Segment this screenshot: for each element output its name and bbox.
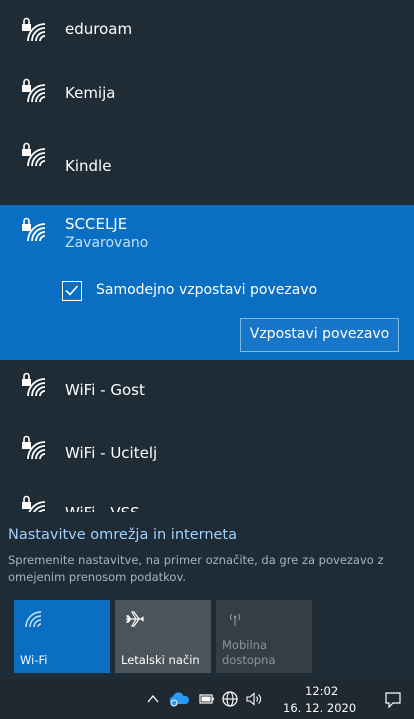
mobile-tile-label-line2: dostopna	[222, 653, 276, 667]
secured-wifi-icon	[22, 142, 46, 167]
airplane-icon	[125, 611, 144, 627]
mobile-tile-label-line1: Mobilna	[222, 638, 267, 652]
battery-icon[interactable]	[199, 691, 215, 707]
secured-wifi-icon	[22, 372, 46, 397]
checkmark-icon	[65, 285, 79, 296]
mobile-hotspot-tile[interactable]: Mobilna dostopna	[216, 600, 312, 673]
auto-connect-checkbox[interactable]	[62, 281, 82, 301]
airplane-mode-tile[interactable]: Letalski način	[115, 600, 211, 673]
clock-time[interactable]: 12:02	[305, 684, 338, 698]
onedrive-icon[interactable]	[168, 690, 190, 708]
secured-wifi-icon	[22, 78, 46, 103]
network-item-kindle[interactable]: Kindle	[0, 140, 414, 200]
network-name: eduroam	[65, 20, 133, 38]
network-status: Zavarovano	[65, 235, 149, 251]
network-item-kemija[interactable]: Kemija	[0, 76, 414, 136]
volume-icon[interactable]	[245, 690, 265, 708]
hotspot-icon	[229, 613, 241, 626]
network-name: WiFi - Ucitelj	[65, 444, 158, 462]
network-flyout: eduroam Kemija Kindle SCCELJE Zavarovano…	[0, 0, 414, 679]
taskbar: 12:02 16. 12. 2020	[0, 679, 414, 719]
wifi-toggle-tile[interactable]: Wi-Fi	[14, 600, 110, 673]
globe-network-icon[interactable]	[221, 690, 239, 708]
network-settings-section: Nastavitve omrežja in interneta Spremeni…	[0, 512, 414, 600]
network-name: SCCELJE	[65, 215, 128, 233]
connect-button[interactable]: Vzpostavi povezavo	[240, 318, 399, 352]
notification-center-icon[interactable]	[384, 691, 402, 709]
network-settings-link[interactable]: Nastavitve omrežja in interneta	[8, 527, 237, 543]
network-item-sccelje-expanded[interactable]: SCCELJE Zavarovano Samodejno vzpostavi p…	[0, 205, 414, 360]
network-name: WiFi - Gost	[65, 381, 145, 399]
wifi-icon	[25, 611, 42, 628]
network-name: WiFi - VSS	[65, 504, 140, 512]
network-item-wifi-vss[interactable]: WiFi - VSS	[0, 493, 414, 512]
secured-wifi-icon	[22, 435, 46, 460]
network-name: Kindle	[65, 157, 112, 175]
airplane-tile-label: Letalski način	[121, 653, 200, 667]
network-list: eduroam Kemija Kindle SCCELJE Zavarovano…	[0, 0, 414, 512]
secured-wifi-icon	[22, 17, 46, 42]
secured-wifi-icon	[22, 217, 46, 242]
network-item-eduroam[interactable]: eduroam	[0, 15, 414, 75]
network-item-wifi-gost[interactable]: WiFi - Gost	[0, 370, 414, 430]
network-name: Kemija	[65, 84, 116, 102]
network-settings-description: Spremenite nastavitve, na primer označit…	[8, 553, 384, 584]
network-item-wifi-ucitelj[interactable]: WiFi - Ucitelj	[0, 433, 414, 493]
clock-date[interactable]: 16. 12. 2020	[283, 701, 356, 715]
secured-wifi-icon	[22, 495, 46, 512]
chevron-up-icon[interactable]	[146, 692, 160, 706]
auto-connect-label[interactable]: Samodejno vzpostavi povezavo	[96, 282, 317, 298]
wifi-tile-label: Wi-Fi	[20, 653, 48, 667]
